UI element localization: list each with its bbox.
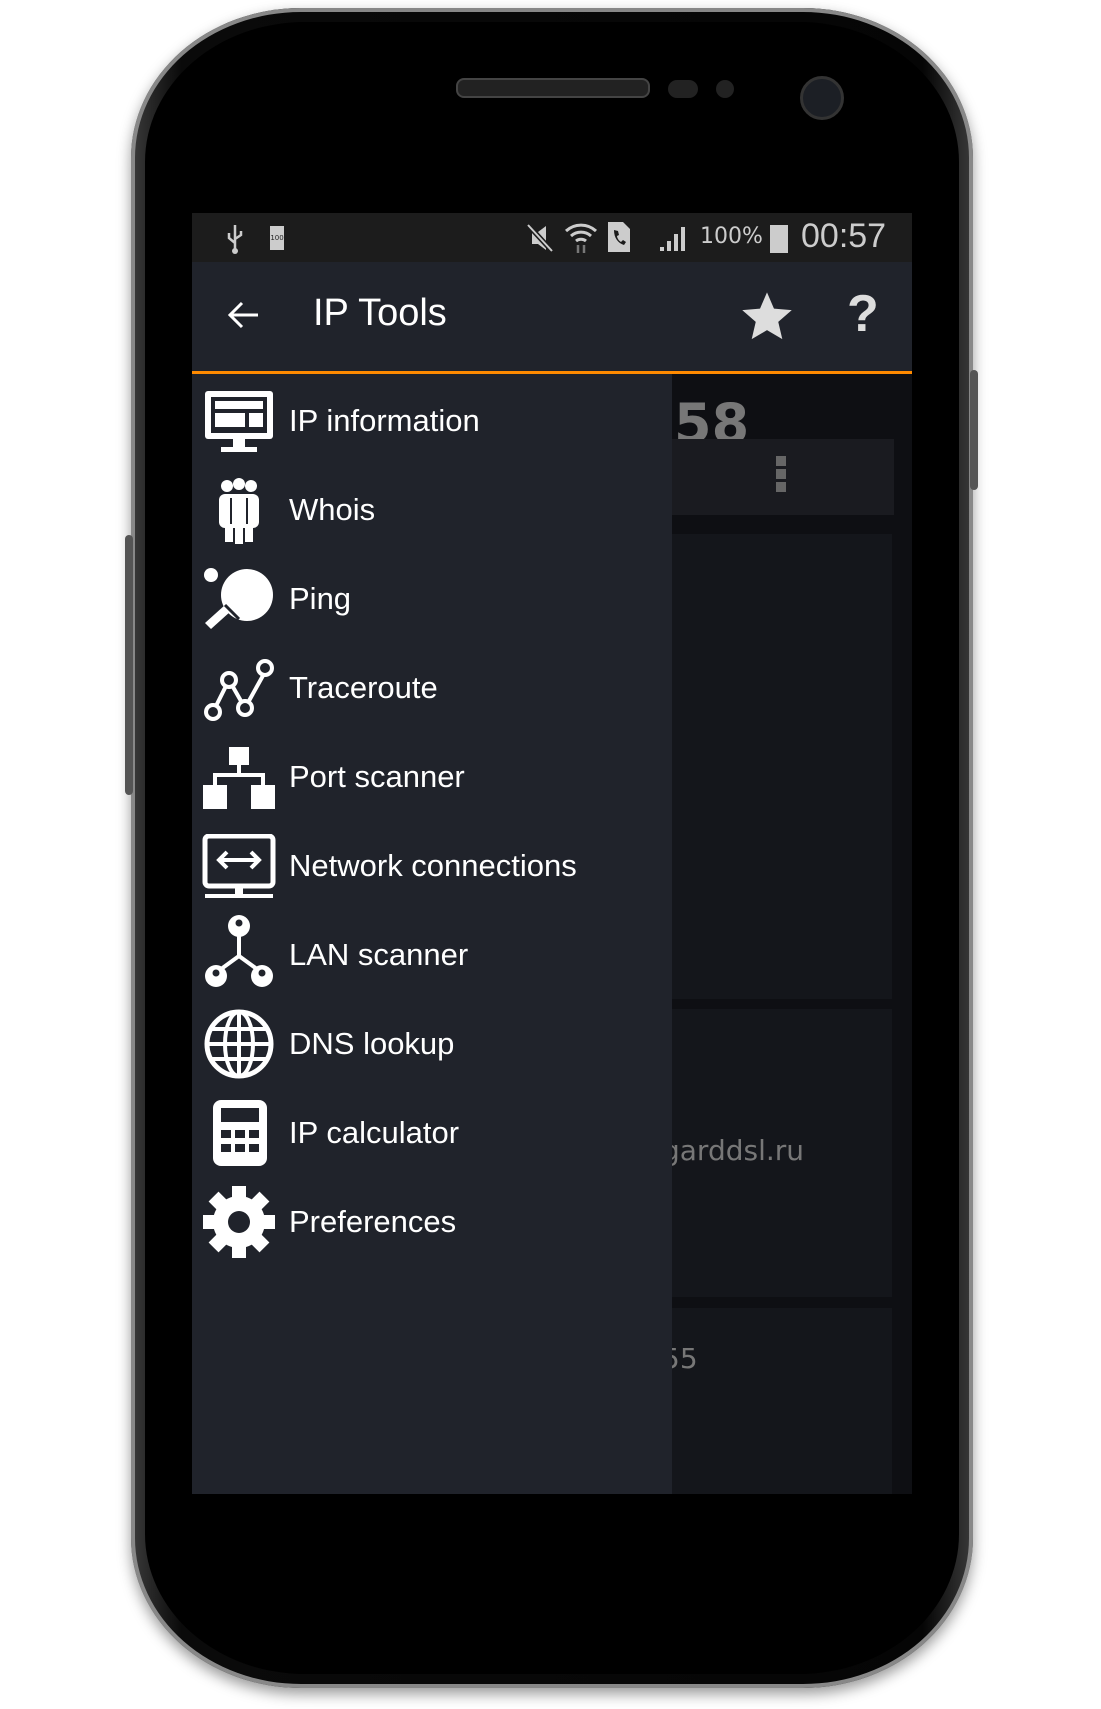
drawer-item-label: DNS lookup [289,1026,455,1061]
drawer-item-dns-lookup[interactable]: DNS lookup [192,1000,672,1089]
drawer-item-label: Ping [289,581,352,616]
vibrate-icon [526,223,554,253]
drawer-item-ping[interactable]: Ping [192,555,672,644]
sensor [668,80,698,98]
battery-level-text: 100 [270,234,284,242]
drawer-item-ip-information[interactable]: IP information [192,377,672,466]
speaker-grille [456,78,650,98]
drawer-item-label: IP calculator [289,1115,460,1150]
calculator-icon [213,1100,267,1166]
drawer-item-network-connections[interactable]: Network connections [192,822,672,911]
star-icon[interactable] [740,290,794,342]
ping-pong-icon [204,568,273,629]
drawer-item-label: Port scanner [289,759,465,794]
monitor-icon [205,391,273,452]
front-camera [800,76,844,120]
drawer-item-label: Whois [289,492,376,527]
drawer-item-port-scanner[interactable]: Port scanner [192,733,672,822]
phone-icon [608,222,630,252]
drawer-item-label: LAN scanner [289,937,469,972]
sensor [716,80,734,98]
more-vert-icon[interactable] [776,456,786,492]
battery-icon: 100 [270,226,284,250]
arrow-left-icon[interactable] [226,297,262,333]
drawer-item-whois[interactable]: Whois [192,466,672,555]
people-icon [219,478,259,544]
globe-icon [204,1009,274,1079]
battery-percent: 100% [700,224,763,249]
drawer-item-traceroute[interactable]: Traceroute [192,644,672,733]
signal-icon [660,227,685,251]
app-title: IP Tools [313,292,447,334]
volume-button [125,535,133,795]
wifi-icon [564,223,598,253]
status-bar: 100 100% 00:57 [192,213,912,262]
gear-icon [203,1186,275,1258]
battery-full-icon [770,225,788,253]
drawer-item-label: IP information [289,403,480,438]
navigation-drawer: IP information Whois Ping Traceroute Por… [192,374,672,1494]
clock: 00:57 [801,217,887,255]
drawer-item-preferences[interactable]: Preferences [192,1178,672,1267]
hierarchy-icon [203,747,275,809]
route-icon [204,659,274,721]
usb-icon [227,225,243,254]
drawer-item-label: Preferences [289,1204,457,1239]
drawer-item-label: Traceroute [289,670,438,705]
app-bar: IP Tools ? [192,262,912,374]
drawer-item-ip-calculator[interactable]: IP calculator [192,1089,672,1178]
lan-icon [205,915,273,987]
help-button[interactable]: ? [847,284,879,344]
drawer-item-lan-scanner[interactable]: LAN scanner [192,911,672,1000]
host-text: garddsl.ru [662,1134,805,1167]
screen: 100 100% 00:57 IP Tools ? 58 garddsl.ru … [192,213,912,1494]
power-button [970,370,978,490]
network-monitor-icon [202,834,276,898]
drawer-item-label: Network connections [289,848,577,883]
